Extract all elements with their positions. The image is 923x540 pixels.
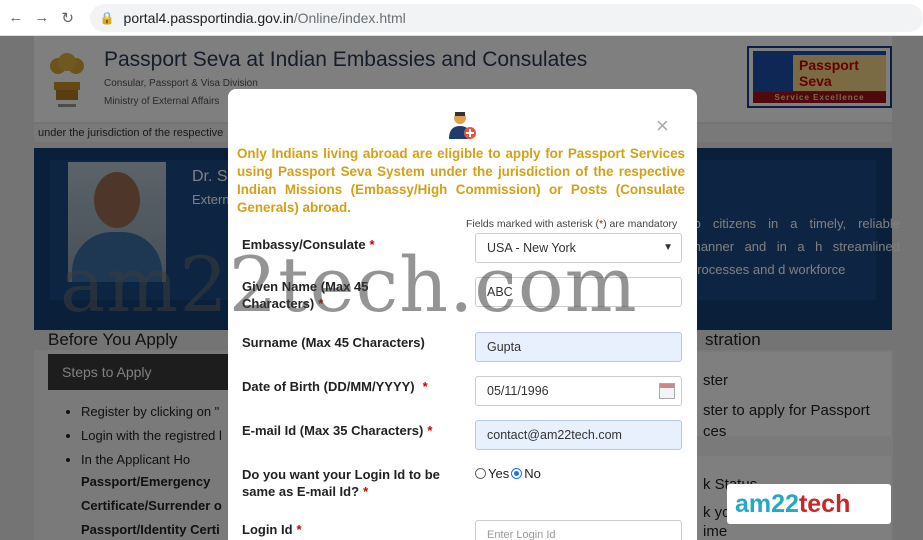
back-arrow-icon[interactable]: ← <box>6 8 26 28</box>
radio-yes-label: Yes <box>488 466 510 481</box>
eligibility-modal: × Only Indians living abroad are eligibl… <box>228 89 697 540</box>
dob-label: Date of Birth (DD/MM/YYYY) * <box>242 379 428 394</box>
forward-arrow-icon[interactable]: → <box>32 8 52 28</box>
eligibility-notice: Only Indians living abroad are eligible … <box>237 146 685 215</box>
email-input[interactable]: contact@am22tech.com <box>475 420 682 450</box>
dob-input[interactable]: 05/11/1996 <box>475 376 682 406</box>
surname-input[interactable]: Gupta <box>475 332 682 362</box>
calendar-icon[interactable] <box>659 383 675 399</box>
same-login-radio-group: Yes No <box>475 466 541 481</box>
embassy-label: Embassy/Consulate * <box>242 237 375 252</box>
user-add-icon <box>449 112 476 139</box>
radio-no-label: No <box>524 466 541 481</box>
same-login-label: Do you want your Login Id to be same as E… <box>242 467 440 499</box>
radio-yes[interactable] <box>475 468 486 479</box>
reload-icon[interactable]: ↻ <box>58 8 78 28</box>
login-id-placeholder: Enter Login Id <box>487 529 556 540</box>
embassy-selected-value: USA - New York <box>487 241 576 255</box>
browser-toolbar: ← → ↻ 🔒 portal4.passportindia.gov.in/Onl… <box>0 0 923 36</box>
login-id-input[interactable]: Enter Login Id <box>475 520 682 540</box>
lock-icon: 🔒 <box>99 10 115 25</box>
surname-label: Surname (Max 45 Characters) <box>242 335 425 350</box>
login-id-label: Login Id * <box>242 522 302 537</box>
mandatory-note: Fields marked with asterisk (*) are mand… <box>466 218 678 230</box>
radio-no[interactable] <box>511 468 523 479</box>
embassy-select[interactable]: USA - New York ▼ <box>475 233 682 263</box>
given-name-input[interactable]: ABC <box>475 277 682 307</box>
watermark-logo: am22tech <box>727 484 891 524</box>
chevron-down-icon: ▼ <box>663 242 673 253</box>
url-host: portal4.passportindia.gov.in <box>123 9 294 26</box>
dob-value: 05/11/1996 <box>487 384 549 398</box>
close-icon[interactable]: × <box>656 113 669 139</box>
given-name-label: Given Name (Max 45 Characters) * <box>242 279 369 311</box>
address-bar[interactable]: 🔒 portal4.passportindia.gov.in/Online/in… <box>89 3 923 32</box>
url-path: /Online/index.html <box>293 9 406 26</box>
email-label: E-mail Id (Max 35 Characters) * <box>242 423 433 438</box>
